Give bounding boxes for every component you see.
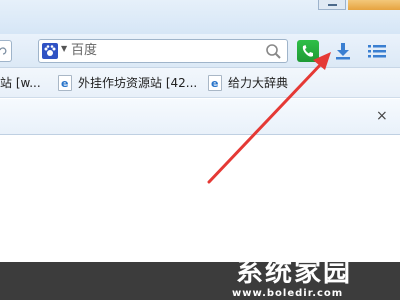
ie-page-icon — [58, 75, 72, 93]
close-icon[interactable]: × — [376, 108, 388, 124]
bookmark-item[interactable]: 站 [w... — [0, 74, 41, 92]
bookmark-label: 给力大辞典 — [228, 76, 289, 90]
download-button[interactable] — [333, 41, 353, 61]
watermark-title: 系统家园 — [236, 257, 352, 288]
search-input[interactable]: 百度 — [71, 42, 97, 60]
tab-strip — [0, 99, 400, 135]
menu-button[interactable] — [368, 43, 386, 59]
menu-icon — [368, 45, 386, 58]
watermark-url: www.boledir.com — [232, 288, 344, 299]
download-icon — [336, 43, 350, 60]
baidu-paw-icon[interactable] — [42, 43, 58, 59]
refresh-icon — [0, 47, 7, 55]
window-close-edge[interactable] — [348, 0, 400, 10]
bookmark-label: 站 [w... — [0, 76, 41, 90]
engine-dropdown-icon[interactable]: ▼ — [61, 44, 67, 53]
minimize-button[interactable] — [318, 0, 346, 10]
search-box[interactable]: ▼ 百度 — [38, 39, 288, 63]
phone-button[interactable] — [297, 40, 319, 62]
phone-icon — [302, 45, 313, 57]
bookmark-label: 外挂作坊资源站 [42... — [78, 76, 198, 90]
search-icon[interactable] — [265, 43, 283, 59]
address-bar-fragment[interactable] — [0, 40, 12, 62]
ie-page-icon — [208, 75, 222, 93]
